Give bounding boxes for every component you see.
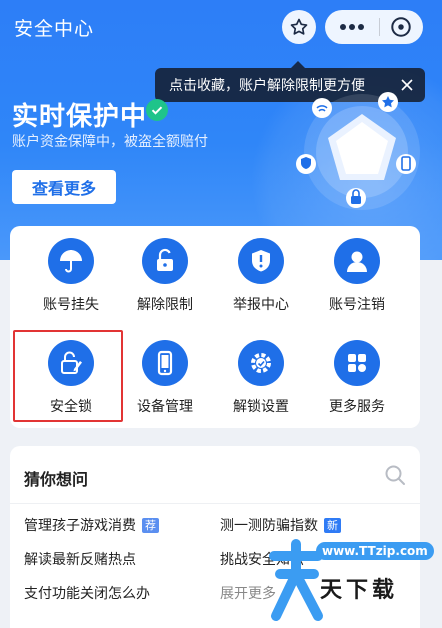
faq-item-text: 解读最新反赌热点 [24, 552, 136, 568]
favorite-button[interactable] [282, 10, 316, 44]
faq-item-text: 支付功能关闭怎么办 [24, 586, 150, 602]
service-label: 更多服务 [329, 399, 385, 415]
service-remove-restriction[interactable]: 解除限制 [118, 228, 212, 320]
service-label: 举报中心 [233, 297, 289, 313]
unlock-icon [142, 238, 188, 284]
service-account-cancellation[interactable]: 账号注销 [310, 228, 404, 320]
umbrella-icon [48, 238, 94, 284]
phone-icon [142, 340, 188, 386]
shield-node-icon [296, 154, 316, 174]
close-circle-icon [391, 17, 411, 37]
service-label: 解锁设置 [233, 399, 289, 415]
star-node-icon [378, 92, 398, 112]
mini-program-capsule [325, 10, 423, 44]
service-unlock-settings[interactable]: 解锁设置 [214, 330, 308, 422]
service-label: 账号挂失 [43, 297, 99, 313]
service-device-management[interactable]: 设备管理 [118, 330, 212, 422]
faq-item-text: 管理孩子游戏消费 [24, 518, 136, 534]
protection-subtitle: 账户资金保障中，被盗全额赔付 [12, 134, 208, 150]
view-more-button[interactable]: 查看更多 [12, 170, 116, 204]
service-label: 账号注销 [329, 297, 385, 313]
faq-title: 猜你想问 [24, 470, 89, 489]
star-icon [290, 18, 308, 35]
grid-icon [334, 340, 380, 386]
protection-shield-graphic [296, 92, 420, 210]
user-icon [334, 238, 380, 284]
check-icon [146, 99, 168, 121]
service-label: 设备管理 [137, 399, 193, 415]
highlight-box [13, 330, 123, 422]
faq-item[interactable]: 管理孩子游戏消费 荐 [24, 515, 159, 535]
search-icon[interactable] [384, 464, 406, 486]
service-report-center[interactable]: 举报中心 [214, 228, 308, 320]
recommend-badge: 荐 [142, 517, 159, 533]
lock-node-icon [346, 188, 366, 208]
protection-status-title: 实时保护中 [12, 102, 148, 132]
service-account-report-lost[interactable]: 账号挂失 [24, 228, 118, 320]
gear-icon [238, 340, 284, 386]
close-button[interactable] [380, 10, 422, 44]
watermark-url: www.TTzip.com [316, 542, 434, 560]
service-label: 解除限制 [137, 297, 193, 313]
wifi-node-icon [312, 98, 332, 118]
more-button[interactable] [325, 10, 379, 44]
faq-divider [10, 503, 420, 504]
alert-shield-icon [238, 238, 284, 284]
more-icon [340, 24, 364, 30]
site-watermark: www.TTzip.com 天下载 [266, 528, 442, 628]
phone-node-icon [396, 154, 416, 174]
faq-item[interactable]: 支付功能关闭怎么办 [24, 583, 150, 603]
service-more-services[interactable]: 更多服务 [310, 330, 404, 422]
faq-item[interactable]: 解读最新反赌热点 [24, 549, 136, 569]
page-title: 安全中心 [14, 18, 95, 40]
watermark-text: 天下载 [320, 577, 399, 603]
